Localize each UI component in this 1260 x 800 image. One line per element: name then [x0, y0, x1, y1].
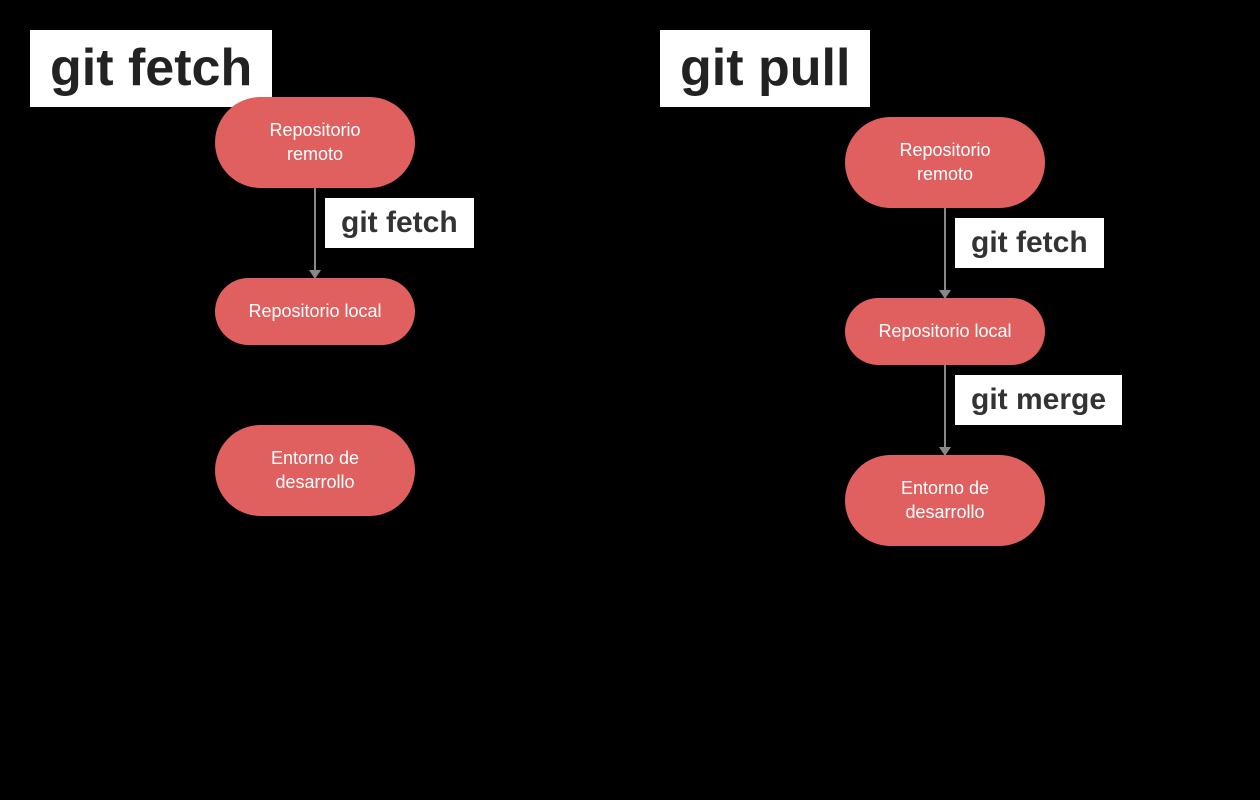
git-pull-diagram: Repositorio remoto git fetch Repositorio…	[630, 117, 1260, 546]
line-merge-right	[944, 365, 946, 455]
local-repo-pill-left: Repositorio local	[215, 278, 415, 345]
remote-repo-pill-right: Repositorio remoto	[845, 117, 1045, 208]
fetch-label-left: git fetch	[341, 206, 458, 239]
dev-env-pill-left: Entorno de desarrollo	[215, 425, 415, 516]
git-fetch-column: git fetch Repositorio remoto git fetch R…	[0, 0, 630, 800]
fetch-label-box-right: git fetch	[955, 218, 1104, 268]
git-pull-title-box: git pull	[660, 30, 870, 107]
connector-fetch-right: git fetch	[845, 208, 1045, 298]
remote-repo-pill-left: Repositorio remoto	[215, 97, 415, 188]
connector-fetch-left: git fetch	[215, 188, 415, 278]
line-fetch-left	[314, 188, 316, 278]
dev-env-pill-right: Entorno de desarrollo	[845, 455, 1045, 546]
git-fetch-diagram: Repositorio remoto git fetch Repositorio…	[0, 97, 630, 516]
fetch-label-box-left: git fetch	[325, 198, 474, 248]
git-fetch-title-box: git fetch	[30, 30, 272, 107]
merge-label-box-right: git merge	[955, 375, 1122, 425]
connector-merge-right: git merge	[845, 365, 1045, 455]
git-fetch-title: git fetch	[50, 39, 252, 97]
git-pull-title: git pull	[680, 39, 850, 97]
merge-label-right: git merge	[971, 383, 1106, 416]
local-repo-pill-right: Repositorio local	[845, 298, 1045, 365]
fetch-label-right: git fetch	[971, 226, 1088, 259]
git-pull-column: git pull Repositorio remoto git fetch Re…	[630, 0, 1260, 800]
line-fetch-right	[944, 208, 946, 298]
